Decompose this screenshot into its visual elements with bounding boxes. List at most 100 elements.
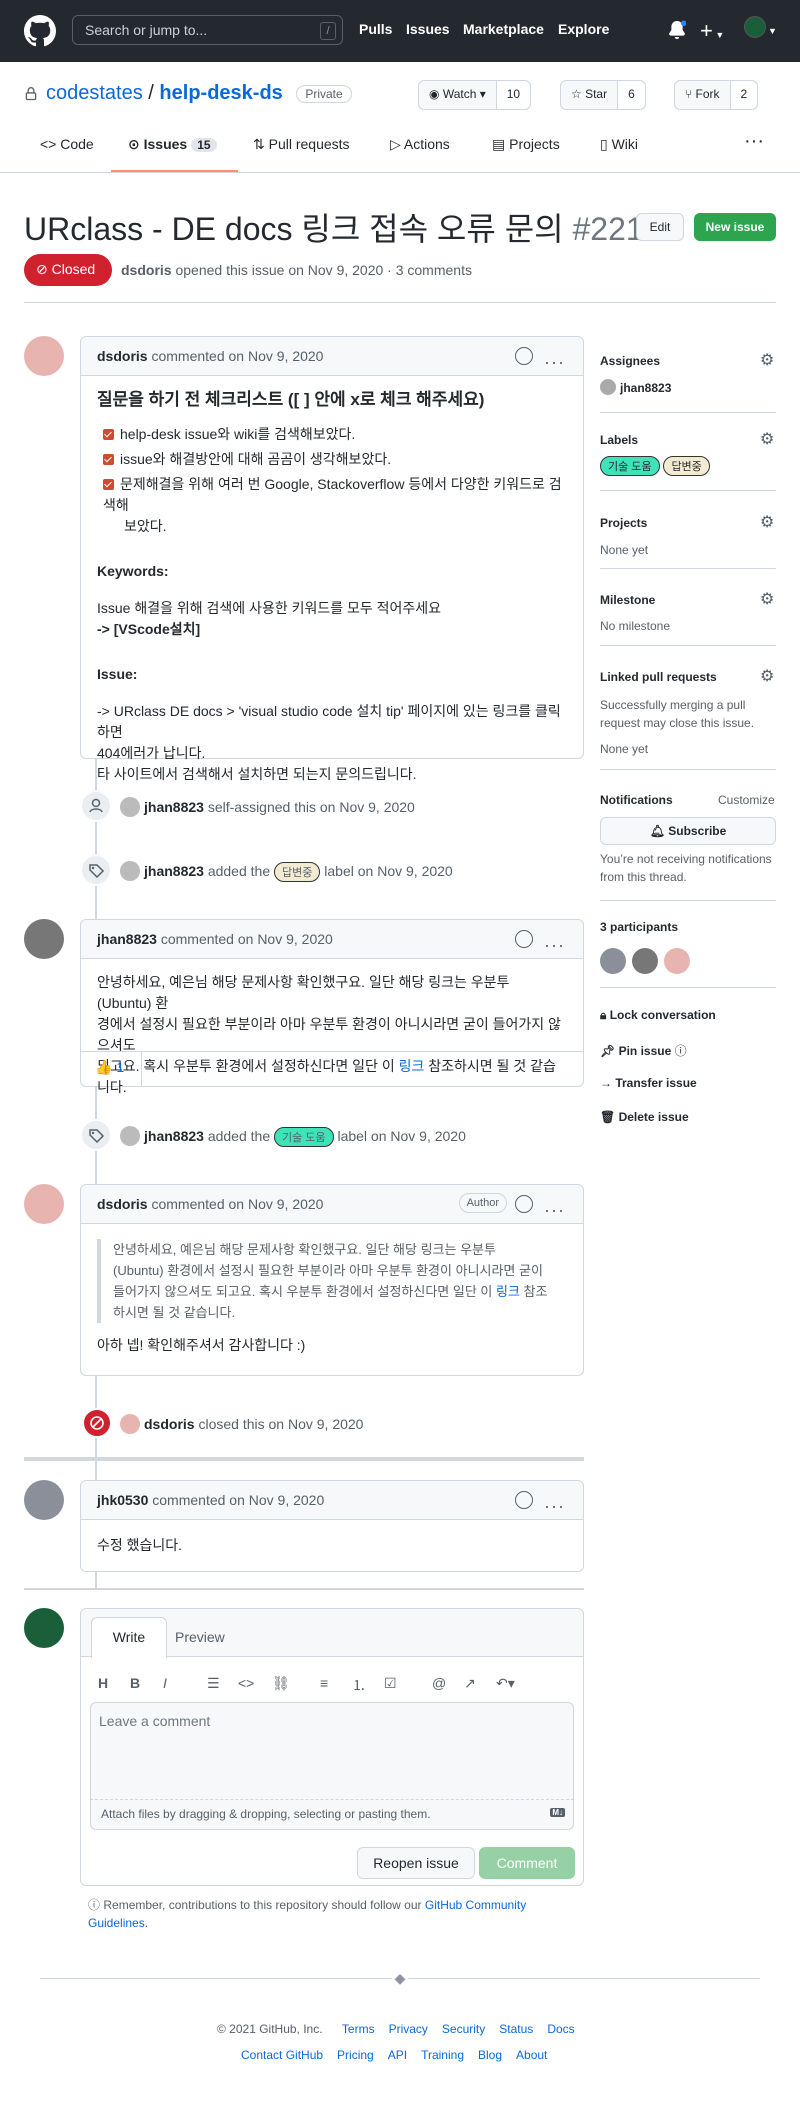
comment-author-link[interactable]: jhan8823 <box>97 931 157 947</box>
watch-count[interactable]: 10 <box>496 81 531 109</box>
event-user-link[interactable]: dsdoris <box>144 1416 195 1432</box>
add-reaction-smiley-icon[interactable] <box>515 1195 533 1213</box>
comment-author-link[interactable]: dsdoris <box>97 348 148 364</box>
nav-pulls[interactable]: Pulls <box>359 21 392 37</box>
watch-button-group[interactable]: ◉ Watch ▾ 10 <box>418 80 532 110</box>
tab-code[interactable]: <> Code <box>40 136 94 152</box>
search-input[interactable]: Search or jump to... / <box>72 15 343 45</box>
gear-icon[interactable]: ⚙ <box>760 666 774 686</box>
comment-author-link[interactable]: jhk0530 <box>97 1492 148 1508</box>
ordered-list-icon[interactable]: ⒈ <box>352 1675 366 1695</box>
avatar[interactable] <box>24 1608 64 1648</box>
avatar[interactable] <box>24 336 64 376</box>
avatar[interactable] <box>24 919 64 959</box>
link-icon[interactable]: ⛓ <box>272 1675 290 1692</box>
event-user-link[interactable]: jhan8823 <box>144 1128 204 1144</box>
labels-heading[interactable]: Labels <box>600 433 638 447</box>
milestone-heading[interactable]: Milestone <box>600 593 655 607</box>
footer-link-pricing[interactable]: Pricing <box>337 2048 374 2062</box>
quote-link[interactable]: 링크 <box>496 1284 520 1299</box>
footer-link-privacy[interactable]: Privacy <box>389 2022 428 2036</box>
comment-timestamp[interactable]: commented on Nov 9, 2020 <box>151 348 323 364</box>
nav-issues[interactable]: Issues <box>406 21 450 37</box>
avatar[interactable] <box>120 861 140 881</box>
star-button-group[interactable]: ☆ Star 6 <box>560 80 646 110</box>
tab-pull-requests[interactable]: ⇅ Pull requests <box>253 136 350 153</box>
task-list-icon[interactable]: ☑ <box>384 1675 397 1692</box>
heading-icon[interactable]: H <box>98 1675 108 1691</box>
code-icon[interactable]: <> <box>238 1675 254 1691</box>
comment-author-link[interactable]: dsdoris <box>97 1196 148 1212</box>
comment-timestamp[interactable]: commented on Nov 9, 2020 <box>161 931 333 947</box>
add-reaction-smiley-icon[interactable] <box>515 930 533 948</box>
footer-link-terms[interactable]: Terms <box>342 2022 375 2036</box>
notifications-bell-icon[interactable] <box>668 20 686 40</box>
footer-link-security[interactable]: Security <box>442 2022 485 2036</box>
create-new-plus-icon[interactable]: + ▼ <box>700 18 724 44</box>
checkbox-checked-icon[interactable] <box>103 454 114 465</box>
new-issue-button[interactable]: New issue <box>694 213 776 241</box>
pin-issue-action[interactable]: 📌︎ Pin issue ⓘ <box>600 1042 687 1059</box>
nav-explore[interactable]: Explore <box>558 21 609 37</box>
preview-tab[interactable]: Preview <box>175 1629 225 1645</box>
add-reaction-smiley-icon[interactable] <box>515 347 533 365</box>
issue-author-link[interactable]: dsdoris <box>121 262 172 278</box>
star-count[interactable]: 6 <box>618 81 645 109</box>
reopen-issue-button[interactable]: Reopen issue <box>357 1847 475 1879</box>
star-button[interactable]: ☆ Star <box>561 81 619 109</box>
checkbox-checked-icon[interactable] <box>103 479 114 490</box>
label-badge[interactable]: 기술 도움 <box>600 456 660 476</box>
checkbox-checked-icon[interactable] <box>103 429 114 440</box>
event-user-link[interactable]: jhan8823 <box>144 863 204 879</box>
label-badge[interactable]: 기술 도움 <box>274 1127 334 1147</box>
bold-icon[interactable]: B <box>130 1675 140 1691</box>
avatar[interactable] <box>120 797 140 817</box>
avatar[interactable] <box>24 1184 64 1224</box>
unordered-list-icon[interactable]: ≡ <box>320 1675 328 1691</box>
fork-button[interactable]: ⑂ Fork <box>675 81 731 109</box>
gear-icon[interactable]: ⚙ <box>760 350 774 370</box>
github-logo-icon[interactable] <box>24 15 56 47</box>
comment-options-kebab-icon[interactable]: ··· <box>544 1191 565 1229</box>
avatar[interactable] <box>600 948 626 974</box>
add-reaction-smiley-icon[interactable] <box>515 1491 533 1509</box>
label-badge[interactable]: 답변중 <box>663 456 710 476</box>
repo-owner-link[interactable]: codestates <box>46 82 143 104</box>
comment-submit-button[interactable]: Comment <box>479 1847 575 1879</box>
mention-icon[interactable]: @ <box>432 1675 446 1691</box>
lock-conversation-action[interactable]: 🔒︎ Lock conversation <box>600 1008 716 1023</box>
reaction-thumbs-up[interactable]: 👍 1 <box>81 1051 142 1087</box>
assignees-heading[interactable]: Assignees <box>600 354 660 368</box>
assignee[interactable]: jhan8823 <box>600 379 671 395</box>
footer-link-training[interactable]: Training <box>421 2048 464 2062</box>
footer-link-blog[interactable]: Blog <box>478 2048 502 2062</box>
comment-options-kebab-icon[interactable]: ··· <box>544 926 565 964</box>
tab-issues[interactable]: ⊙ Issues 15 <box>128 136 217 153</box>
projects-heading[interactable]: Projects <box>600 516 647 530</box>
user-avatar-menu[interactable] <box>744 16 766 38</box>
quote-icon[interactable]: ☰ <box>207 1675 220 1692</box>
attach-files-area[interactable]: Attach files by dragging & dropping, sel… <box>90 1800 574 1830</box>
edit-button[interactable]: Edit <box>636 213 684 241</box>
comment-options-kebab-icon[interactable]: ··· <box>544 1487 565 1525</box>
comment-link[interactable]: 링크 <box>399 1058 425 1074</box>
watch-button[interactable]: ◉ Watch ▾ <box>419 81 497 109</box>
delete-issue-action[interactable]: 🗑︎ Delete issue <box>600 1110 689 1124</box>
avatar[interactable] <box>120 1414 140 1434</box>
community-guidelines-link-cont[interactable]: Guidelines. <box>88 1916 148 1930</box>
comment-timestamp[interactable]: commented on Nov 9, 2020 <box>151 1196 323 1212</box>
avatar[interactable] <box>664 948 690 974</box>
gear-icon[interactable]: ⚙ <box>760 589 774 609</box>
tab-wiki[interactable]: ▯ Wiki <box>600 136 638 153</box>
community-guidelines-link[interactable]: GitHub Community <box>425 1898 526 1912</box>
github-mark-icon[interactable]: ◆ <box>392 1970 408 1986</box>
tab-projects[interactable]: ▤ Projects <box>492 136 560 153</box>
write-tab[interactable]: Write <box>91 1617 167 1658</box>
footer-link-contact[interactable]: Contact GitHub <box>241 2048 323 2062</box>
saved-replies-icon[interactable]: ↶▾ <box>496 1675 515 1692</box>
subscribe-button[interactable]: 🔔︎ Subscribe <box>600 817 776 845</box>
footer-link-about[interactable]: About <box>516 2048 547 2062</box>
cross-reference-icon[interactable]: ↗ <box>464 1675 476 1692</box>
avatar[interactable] <box>24 1480 64 1520</box>
avatar-caret-icon[interactable]: ▼ <box>768 26 777 36</box>
